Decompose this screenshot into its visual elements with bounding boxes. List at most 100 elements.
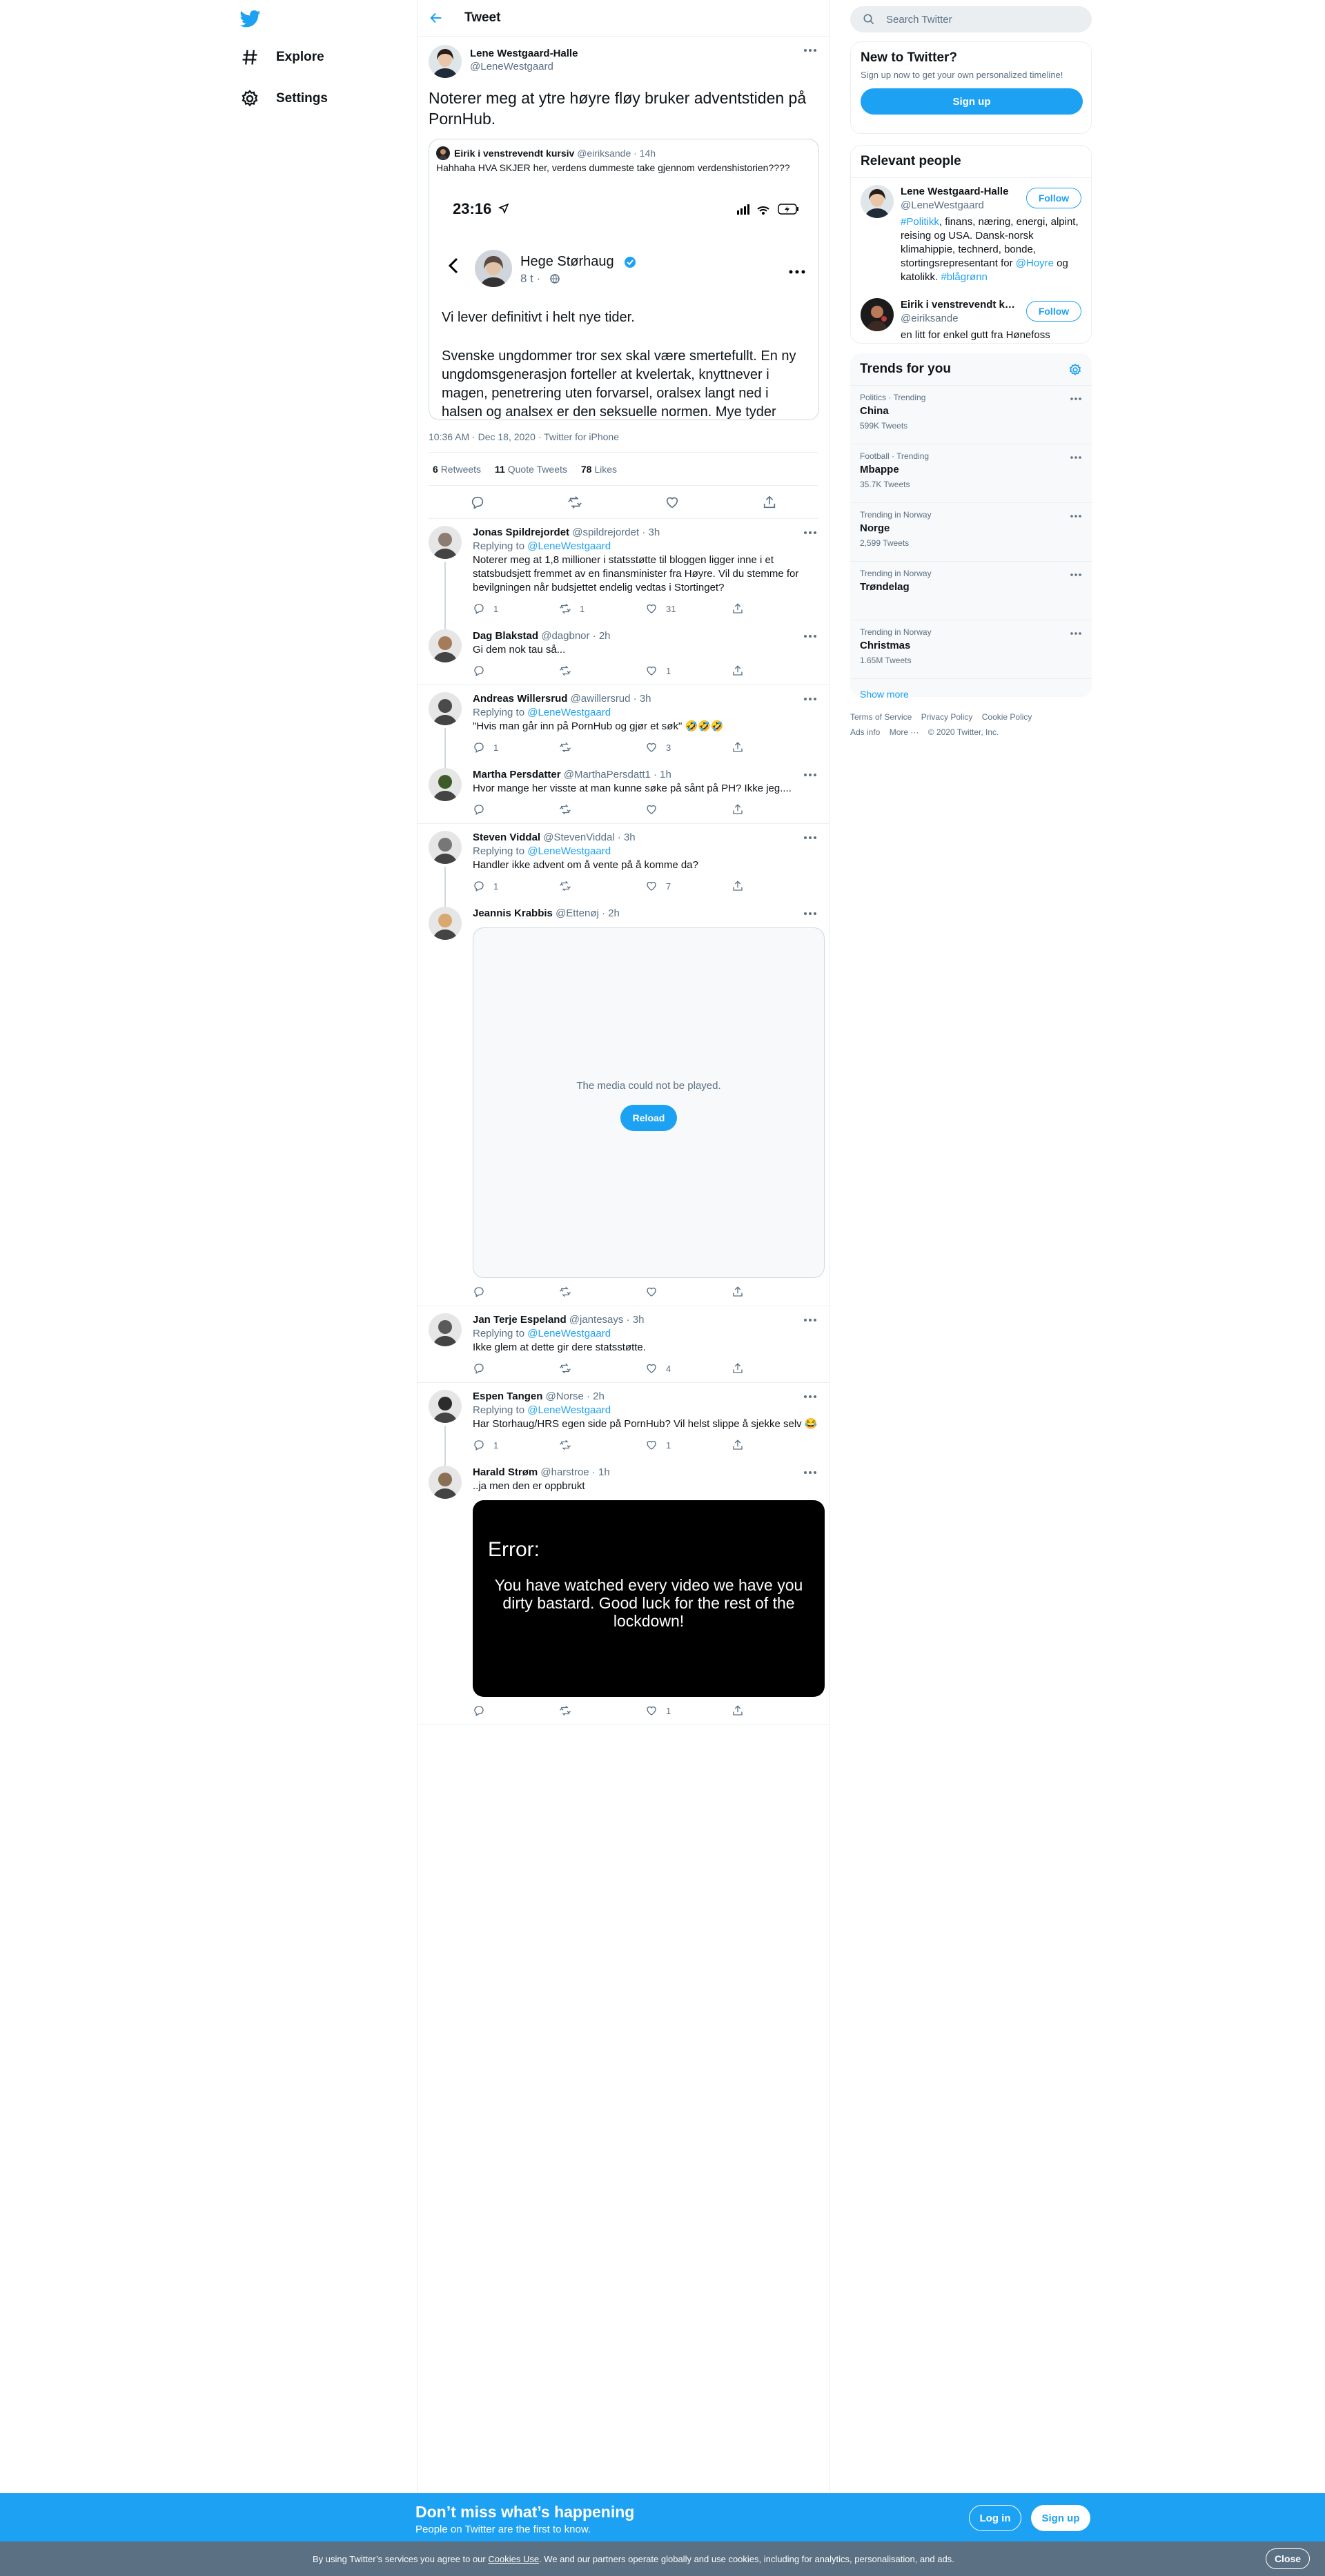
avatar[interactable] bbox=[429, 692, 462, 725]
footer-link[interactable]: More ··· bbox=[890, 727, 919, 737]
more-options-icon[interactable] bbox=[803, 835, 818, 840]
like-action[interactable]: 1 bbox=[645, 665, 732, 677]
retweet-action[interactable] bbox=[559, 1362, 645, 1375]
trend-item[interactable]: Trending in Norway Christmas 1.65M Tweets bbox=[850, 620, 1092, 679]
avatar[interactable] bbox=[429, 768, 462, 801]
avatar[interactable] bbox=[429, 831, 462, 864]
reply-tweet[interactable]: Andreas Willersrud @awillersrud · 3h Repl… bbox=[418, 685, 829, 769]
like-action[interactable]: 3 bbox=[645, 741, 732, 754]
reply-author-name[interactable]: Harald Strøm bbox=[473, 1466, 538, 1478]
retweet-icon[interactable] bbox=[567, 495, 582, 510]
reply-time[interactable]: · 2h bbox=[593, 630, 611, 642]
more-options-icon[interactable] bbox=[803, 1394, 818, 1399]
share-action[interactable] bbox=[732, 1439, 818, 1451]
reply-author-handle[interactable]: @StevenViddal bbox=[543, 832, 614, 843]
like-action[interactable]: 31 bbox=[645, 602, 732, 615]
trend-item[interactable]: Politics · Trending China 599K Tweets bbox=[850, 386, 1092, 444]
back-arrow-icon[interactable] bbox=[429, 10, 444, 26]
avatar[interactable] bbox=[429, 629, 462, 662]
more-options-icon[interactable] bbox=[803, 911, 818, 916]
reload-button[interactable]: Reload bbox=[620, 1105, 677, 1131]
reply-author-handle[interactable]: @jantesays bbox=[569, 1314, 624, 1326]
reply-author-handle[interactable]: @MarthaPersdatt1 bbox=[564, 769, 651, 780]
reply-author-handle[interactable]: @spildrejordet bbox=[572, 527, 639, 538]
share-action[interactable] bbox=[732, 880, 818, 892]
like-icon[interactable] bbox=[665, 495, 680, 510]
share-icon[interactable] bbox=[762, 495, 777, 510]
reply-author-name[interactable]: Espen Tangen bbox=[473, 1390, 542, 1402]
like-action[interactable]: 4 bbox=[645, 1362, 732, 1375]
person-name[interactable]: Eirik i venstrevendt kursiv bbox=[901, 298, 1018, 312]
reply-icon[interactable] bbox=[470, 495, 485, 510]
reply-action[interactable]: 1 bbox=[473, 1439, 559, 1451]
mention-link[interactable]: @LeneWestgaard bbox=[527, 540, 611, 552]
reply-time[interactable]: · 1h bbox=[654, 769, 671, 780]
mention-link[interactable]: @LeneWestgaard bbox=[527, 1404, 611, 1416]
reply-author-handle[interactable]: @Ettenøj bbox=[556, 907, 599, 919]
share-action[interactable] bbox=[732, 1362, 818, 1375]
like-action[interactable]: 1 bbox=[645, 1439, 732, 1451]
hashtag-link[interactable]: #blågrønn bbox=[941, 271, 988, 283]
avatar[interactable] bbox=[429, 1313, 462, 1346]
hashtag-link[interactable]: #Politikk bbox=[901, 216, 939, 228]
reply-time[interactable]: · 2h bbox=[602, 907, 620, 919]
reply-tweet[interactable]: Jonas Spildrejordet @spildrejordet · 3h R… bbox=[418, 519, 829, 631]
reply-action[interactable]: 1 bbox=[473, 741, 559, 754]
reply-time[interactable]: · 2h bbox=[587, 1390, 605, 1402]
reply-action[interactable] bbox=[473, 665, 559, 677]
reply-author-handle[interactable]: @Norse bbox=[546, 1390, 584, 1402]
avatar[interactable] bbox=[861, 298, 894, 331]
like-action[interactable] bbox=[645, 803, 732, 816]
author-name[interactable]: Lene Westgaard-Halle bbox=[470, 48, 578, 59]
more-options-icon[interactable] bbox=[1070, 514, 1082, 518]
reply-tweet[interactable]: Espen Tangen @Norse · 2h Replying to @Len… bbox=[418, 1383, 829, 1467]
more-options-icon[interactable] bbox=[803, 696, 818, 702]
retweet-action[interactable] bbox=[559, 1286, 645, 1298]
nav-item-explore[interactable]: Explore bbox=[240, 43, 324, 71]
reply-tweet[interactable]: Martha Persdatter @MarthaPersdatt1 · 1h H… bbox=[418, 761, 829, 824]
twitter-bird-icon[interactable] bbox=[239, 8, 261, 29]
author-handle[interactable]: @LeneWestgaard bbox=[470, 61, 578, 72]
reply-author-name[interactable]: Jonas Spildrejordet bbox=[473, 527, 569, 538]
reply-action[interactable] bbox=[473, 1286, 559, 1298]
reply-action[interactable]: 1 bbox=[473, 602, 559, 615]
reply-action[interactable]: 1 bbox=[473, 880, 559, 892]
reply-tweet[interactable]: Jeannis Krabbis @Ettenøj · 2h The media c… bbox=[418, 900, 829, 1306]
reply-time[interactable]: · 1h bbox=[592, 1466, 610, 1478]
avatar[interactable] bbox=[429, 907, 462, 940]
like-action[interactable]: 7 bbox=[645, 880, 732, 892]
person-name[interactable]: Lene Westgaard-Halle bbox=[901, 185, 1018, 199]
share-action[interactable] bbox=[732, 741, 818, 754]
like-action[interactable]: 1 bbox=[645, 1704, 732, 1717]
more-options-icon[interactable] bbox=[803, 1470, 818, 1475]
reply-time[interactable]: · 3h bbox=[634, 693, 651, 705]
retweet-action[interactable] bbox=[559, 665, 645, 677]
share-action[interactable] bbox=[732, 1704, 818, 1717]
person-item[interactable]: Lene Westgaard-Halle @LeneWestgaard #Pol… bbox=[851, 178, 1091, 291]
reply-tweet[interactable]: Dag Blakstad @dagbnor · 2h Gi dem nok tau… bbox=[418, 622, 829, 685]
retweet-action[interactable] bbox=[559, 1704, 645, 1717]
avatar[interactable] bbox=[429, 45, 462, 78]
avatar[interactable] bbox=[429, 1390, 462, 1423]
close-button[interactable]: Close bbox=[1266, 2548, 1310, 2569]
share-action[interactable] bbox=[732, 803, 818, 816]
mention-link[interactable]: @LeneWestgaard bbox=[527, 707, 611, 718]
trend-item[interactable]: Trending in Norway Norge 2,599 Tweets bbox=[850, 503, 1092, 562]
footer-link[interactable]: Privacy Policy bbox=[921, 712, 973, 722]
cookies-use-link[interactable]: Cookies Use bbox=[488, 2554, 539, 2564]
media-player[interactable]: The media could not be played. Reload bbox=[473, 927, 825, 1278]
more-options-icon[interactable] bbox=[803, 530, 818, 535]
search-input[interactable]: Search Twitter bbox=[850, 6, 1092, 32]
reply-author-name[interactable]: Martha Persdatter bbox=[473, 769, 561, 780]
reply-action[interactable] bbox=[473, 1362, 559, 1375]
reply-author-handle[interactable]: @awillersrud bbox=[571, 693, 631, 705]
footer-link[interactable]: Terms of Service bbox=[850, 712, 912, 722]
signup-button[interactable]: Sign up bbox=[861, 88, 1083, 115]
reply-time[interactable]: · 3h bbox=[642, 527, 660, 538]
person-item[interactable]: Eirik i venstrevendt kursiv @eiriksande … bbox=[851, 291, 1091, 349]
avatar[interactable] bbox=[429, 1466, 462, 1499]
reply-author-name[interactable]: Jan Terje Espeland bbox=[473, 1314, 567, 1326]
reply-author-name[interactable]: Andreas Willersrud bbox=[473, 693, 567, 705]
share-action[interactable] bbox=[732, 1286, 818, 1298]
more-options-icon[interactable] bbox=[803, 1317, 818, 1323]
